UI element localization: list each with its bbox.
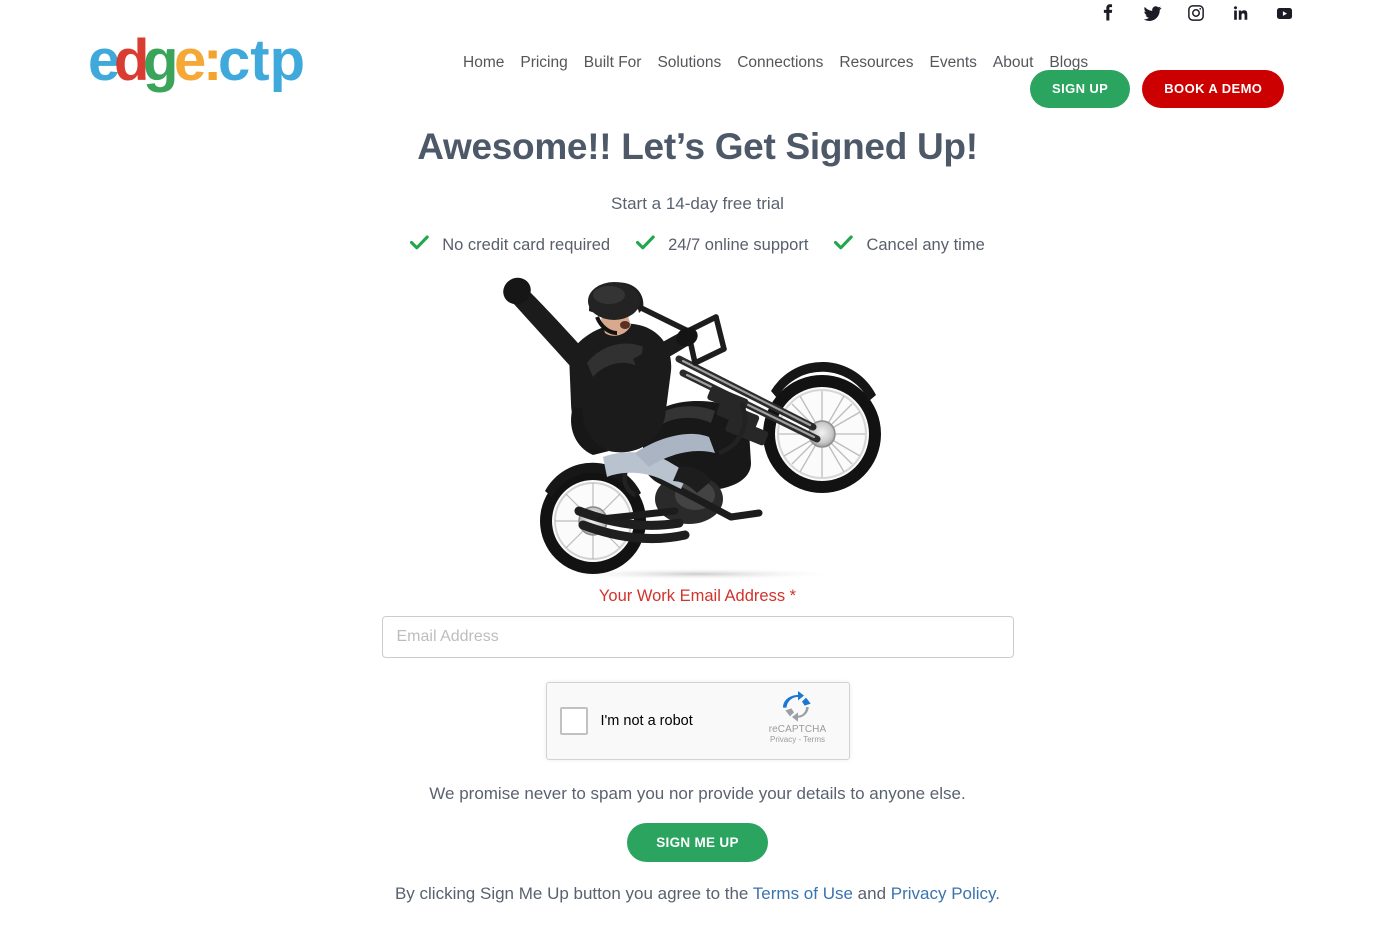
privacy-policy-link[interactable]: Privacy Policy — [891, 884, 996, 903]
logo-letters-ctp: ctp — [218, 34, 303, 93]
terms-of-use-link[interactable]: Terms of Use — [753, 884, 853, 903]
required-marker: * — [789, 587, 797, 605]
email-field-label: Your Work Email Address * — [382, 587, 1014, 606]
benefit-item: Cancel any time — [834, 235, 985, 255]
recaptcha-checkbox[interactable] — [559, 707, 588, 735]
recaptcha-privacy-link[interactable]: Privacy — [770, 735, 796, 744]
benefits-list: No credit card required 24/7 online supp… — [0, 235, 1395, 255]
nav-item-home[interactable]: Home — [455, 53, 512, 73]
sign-me-up-button[interactable]: SIGN ME UP — [627, 823, 768, 862]
logo-edgectp[interactable]: e d g e : ctp — [88, 34, 303, 96]
book-a-demo-button[interactable]: BOOK A DEMO — [1142, 70, 1285, 108]
hero-image-motorcycle-rider — [483, 267, 913, 587]
check-icon — [636, 235, 655, 255]
social-bar — [1097, 0, 1295, 26]
main-nav: Home Pricing Built For Solutions Connect… — [455, 53, 1096, 73]
social-link-twitter[interactable] — [1141, 2, 1163, 24]
linkedin-icon — [1231, 4, 1249, 22]
recaptcha-logo-icon — [757, 691, 839, 723]
recaptcha-terms-link[interactable]: Terms — [803, 735, 825, 744]
recaptcha-branding: reCAPTCHA Privacy - Terms — [757, 691, 839, 744]
page-title: Awesome!! Let’s Get Signed Up! — [417, 126, 978, 167]
front-wheel — [762, 361, 881, 493]
email-input[interactable] — [381, 616, 1014, 658]
recaptcha-brand-name: reCAPTCHA — [768, 724, 827, 735]
social-link-youtube[interactable] — [1273, 2, 1295, 24]
benefit-label: Cancel any time — [866, 235, 985, 254]
agreement-mid: and — [852, 884, 891, 903]
social-link-linkedin[interactable] — [1229, 2, 1251, 24]
benefit-item: 24/7 online support — [636, 235, 808, 255]
site-header: e d g e : ctp Home Pricing Built For Sol… — [0, 26, 1395, 108]
nav-item-solutions[interactable]: Solutions — [649, 53, 729, 73]
signup-form: Your Work Email Address * I'm not a robo… — [381, 587, 1014, 904]
twitter-icon — [1143, 4, 1162, 23]
social-link-instagram[interactable] — [1185, 2, 1207, 24]
nav-item-resources[interactable]: Resources — [831, 53, 921, 73]
nav-item-pricing[interactable]: Pricing — [512, 53, 575, 73]
check-icon — [410, 235, 429, 255]
nav-item-events[interactable]: Events — [922, 53, 985, 73]
check-icon — [834, 235, 854, 255]
recaptcha-links: Privacy - Terms — [757, 735, 839, 744]
instagram-icon — [1187, 4, 1205, 22]
social-link-facebook[interactable] — [1097, 2, 1119, 24]
recaptcha-widget[interactable]: I'm not a robot reCAPTCHA Privacy - Term… — [545, 682, 850, 760]
header-actions: SIGN UP BOOK A DEMO — [1030, 70, 1285, 108]
youtube-icon — [1275, 4, 1294, 23]
nav-item-connections[interactable]: Connections — [729, 53, 831, 73]
benefit-label: 24/7 online support — [668, 235, 809, 254]
page-subtitle: Start a 14-day free trial — [611, 194, 784, 213]
agreement-text: By clicking Sign Me Up button you agree … — [382, 884, 1014, 904]
main-content: Awesome!! Let’s Get Signed Up! Start a 1… — [0, 110, 1395, 904]
agreement-suffix: . — [995, 884, 1001, 903]
email-label-text: Your Work Email Address — [598, 587, 786, 605]
logo-letter-e2: e — [174, 34, 206, 93]
agreement-prefix: By clicking Sign Me Up button you agree … — [394, 884, 753, 903]
recaptcha-label: I'm not a robot — [600, 713, 693, 729]
benefit-label: No credit card required — [442, 235, 611, 254]
privacy-promise-text: We promise never to spam you nor provide… — [429, 784, 966, 803]
facebook-icon — [1099, 4, 1117, 22]
benefit-item: No credit card required — [410, 235, 610, 255]
nav-item-built-for[interactable]: Built For — [576, 53, 650, 73]
recaptcha-link-separator: - — [798, 735, 802, 744]
sign-up-button[interactable]: SIGN UP — [1030, 70, 1131, 108]
